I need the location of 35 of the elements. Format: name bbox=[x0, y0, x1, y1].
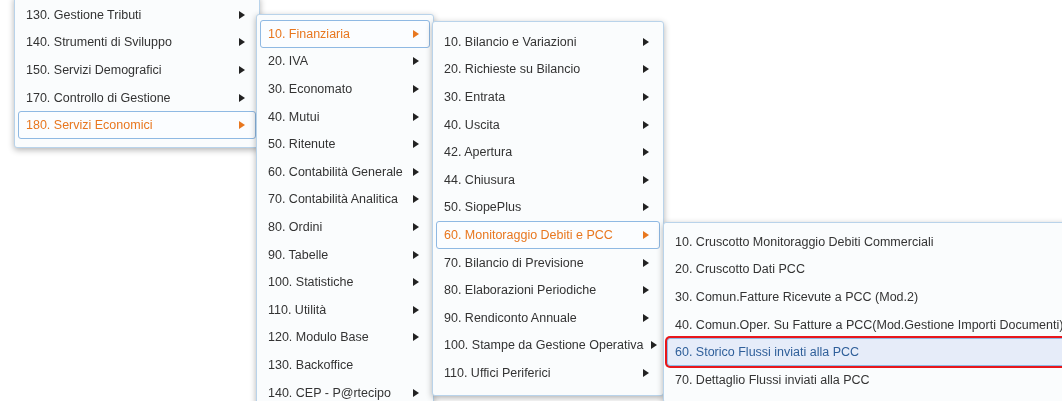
menu-item[interactable]: 140. Strumenti di Sviluppo bbox=[18, 28, 256, 57]
menu-item[interactable]: 70. Contabilità Analitica bbox=[260, 185, 430, 214]
menu-item[interactable]: 90. Rendiconto Annuale bbox=[436, 303, 660, 332]
menu-item[interactable]: 30. Comun.Fatture Ricevute a PCC (Mod.2) bbox=[667, 283, 1062, 311]
menu-item[interactable]: 40. Mutui bbox=[260, 102, 430, 131]
menu-item[interactable]: 40. Uscita bbox=[436, 110, 660, 139]
menu-item[interactable]: 150. Servizi Demografici bbox=[18, 56, 256, 84]
menu-item[interactable]: 70. Bilancio di Previsione bbox=[436, 248, 660, 277]
menu-item[interactable]: 44. Chiusura bbox=[436, 165, 660, 194]
menu-item[interactable]: 50. Ritenute bbox=[260, 130, 430, 158]
menu-item[interactable]: 60. Storico Flussi inviati alla PCC bbox=[667, 338, 1062, 366]
menu-item[interactable]: 110. Uffici Periferici bbox=[436, 359, 660, 387]
menu-item[interactable]: 100. Stampe da Gestione Operativa bbox=[436, 331, 660, 360]
menu-item[interactable]: 20. IVA bbox=[260, 47, 430, 76]
menu-item[interactable]: 130. Gestione Tributi bbox=[18, 1, 256, 29]
menu-item[interactable]: 70. Dettaglio Flussi inviati alla PCC bbox=[667, 365, 1062, 394]
menu-item[interactable]: 110. Utilità bbox=[260, 295, 430, 324]
menu-item[interactable]: 120. Modulo Base bbox=[260, 323, 430, 352]
menu-item[interactable]: 10. Cruscotto Monitoraggio Debiti Commerciali bbox=[667, 228, 1062, 256]
menu-item[interactable]: 140. CEP - P@rtecipo bbox=[260, 378, 430, 401]
menu-item[interactable]: 80. Ordini bbox=[260, 213, 430, 241]
menu-item[interactable]: 20. Richieste su Bilancio bbox=[436, 55, 660, 84]
menu-item[interactable]: 80. Elaborazioni Periodiche bbox=[436, 276, 660, 304]
menu-item[interactable]: 10. Bilancio e Variazioni bbox=[436, 28, 660, 56]
menu-item[interactable]: 30. Economato bbox=[260, 75, 430, 103]
menu-item[interactable]: 42. Apertura bbox=[436, 138, 660, 166]
menu-item[interactable]: 130. Backoffice bbox=[260, 351, 430, 379]
menu-item[interactable]: 30. Entrata bbox=[436, 83, 660, 111]
menu-item[interactable]: 50. SiopePlus bbox=[436, 193, 660, 222]
menu-item[interactable]: 170. Controllo di Gestione bbox=[18, 83, 256, 112]
menu-item[interactable]: 90. Tabelle bbox=[260, 240, 430, 269]
menu-item[interactable]: 20. Cruscotto Dati PCC bbox=[667, 255, 1062, 284]
menu-item[interactable]: 100. Statistiche bbox=[260, 268, 430, 296]
menu-item[interactable]: 40. Comun.Oper. Su Fatture a PCC(Mod.Gestione Importi Documenti) bbox=[667, 310, 1062, 339]
menu-item[interactable]: 60. Contabilità Generale bbox=[260, 157, 430, 186]
